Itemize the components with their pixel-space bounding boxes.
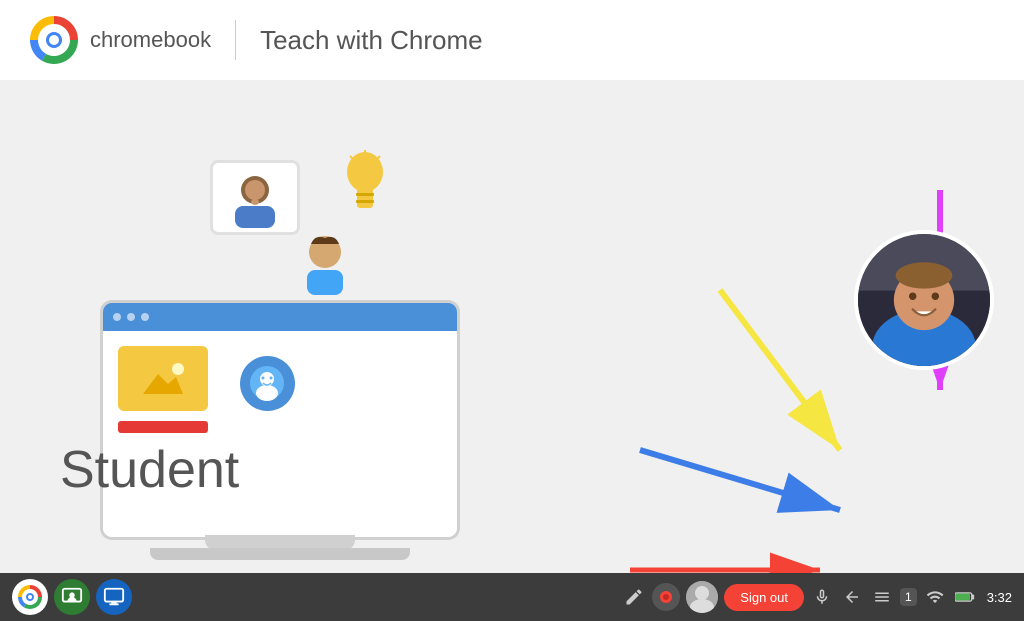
dot-1 — [113, 313, 121, 321]
dot-2 — [127, 313, 135, 321]
float-character-1 — [210, 160, 300, 235]
laptop-base-bottom — [150, 548, 410, 560]
laptop-screen — [100, 300, 460, 540]
taskbar-cast-icon[interactable] — [96, 579, 132, 615]
taskbar: Sign out 1 — [0, 573, 1024, 621]
laptop-red-bar — [118, 421, 208, 433]
dot-3 — [141, 313, 149, 321]
header-tagline: Teach with Chrome — [260, 25, 483, 56]
header-divider — [235, 20, 236, 60]
system-time: 3:32 — [987, 590, 1012, 605]
taskbar-back-icon[interactable] — [840, 585, 864, 609]
laptop-screen-body — [103, 331, 457, 537]
taskbar-wifi-icon[interactable] — [923, 585, 947, 609]
chrome-logo-icon — [30, 16, 78, 64]
sign-out-button[interactable]: Sign out — [724, 584, 804, 611]
taskbar-account-icon[interactable] — [686, 581, 718, 613]
laptop-badge — [240, 356, 295, 411]
user-avatar — [854, 230, 994, 370]
taskbar-notification-badge[interactable]: 1 — [900, 588, 917, 606]
taskbar-record-icon[interactable] — [652, 583, 680, 611]
laptop-screen-header — [103, 303, 457, 331]
avatar-image — [858, 230, 990, 370]
brand-logo: chromebook — [30, 16, 211, 64]
brand-name: chromebook — [90, 27, 211, 53]
taskbar-pencil-icon[interactable] — [622, 585, 646, 609]
laptop-image-placeholder — [118, 346, 208, 411]
taskbar-menu-icon[interactable] — [870, 585, 894, 609]
student-label: Student — [60, 440, 239, 500]
lightbulb-icon — [340, 150, 390, 232]
illustration-area: Student — [40, 140, 620, 560]
laptop-content-left — [118, 346, 208, 433]
taskbar-chrome-icon[interactable] — [12, 579, 48, 615]
content-area: Student — [0, 80, 1024, 580]
taskbar-battery-icon — [953, 585, 977, 609]
main-content: chromebook Teach with Chrome — [0, 0, 1024, 580]
taskbar-classroom-icon[interactable] — [54, 579, 90, 615]
page-header: chromebook Teach with Chrome — [0, 0, 1024, 80]
taskbar-mic-icon[interactable] — [810, 585, 834, 609]
taskbar-right: Sign out 1 — [622, 581, 1012, 613]
